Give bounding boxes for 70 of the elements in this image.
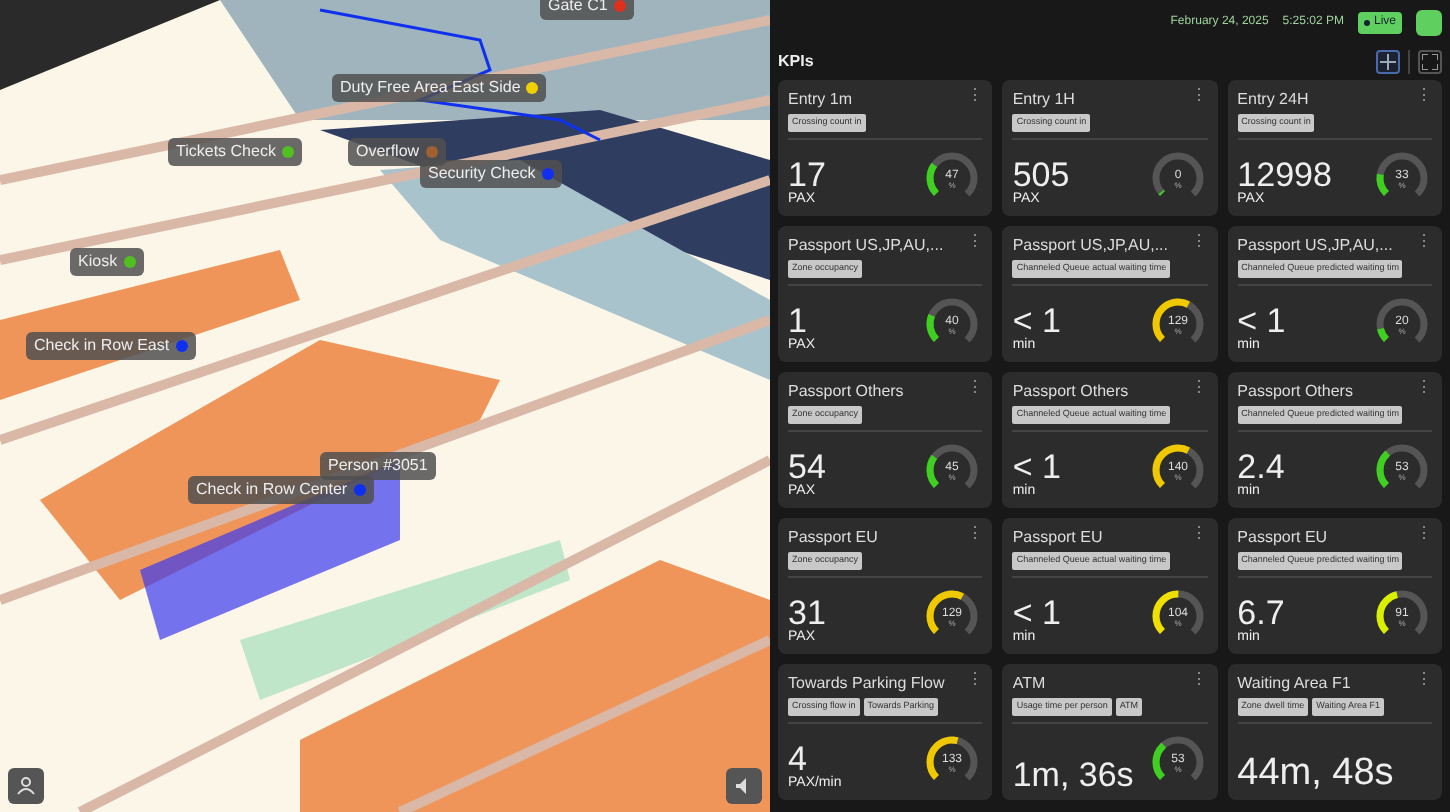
card-title: Passport Others [1012,380,1129,404]
card-title: Towards Parking Flow [788,672,945,696]
kpi-value: 17 [788,157,826,192]
card-title: Passport Others [788,380,904,404]
kpi-value: < 1 [1012,303,1061,338]
kpi-value: 12998 [1237,157,1332,192]
more-menu-button[interactable]: ⋮ [1191,234,1208,258]
more-menu-button[interactable]: ⋮ [1191,380,1208,404]
card-title: Entry 24H [1237,88,1309,112]
fullscreen-button[interactable] [1418,50,1442,74]
map-label[interactable]: Duty Free Area East Side [332,74,547,102]
map-label[interactable]: Person #3051 [320,452,436,480]
more-menu-button[interactable]: ⋮ [966,234,983,258]
more-menu-button[interactable]: ⋮ [1416,672,1432,696]
label-text: Overflow [356,140,420,164]
card-title: ATM [1012,672,1046,696]
more-menu-button[interactable]: ⋮ [1191,672,1208,696]
sound-button[interactable] [726,768,762,804]
card-title: Entry 1m [788,88,853,112]
person-icon [16,776,36,796]
label-text: Kiosk [78,250,118,274]
card-title: Passport EU [1237,526,1328,550]
kpi-value: 1m, 36s [1012,758,1134,792]
card-title: Waiting Area F1 [1237,672,1351,696]
more-menu-button[interactable]: ⋮ [1416,380,1432,404]
card-title: Passport Others [1237,380,1353,404]
more-menu-button[interactable]: ⋮ [966,526,983,550]
kpi-value: 4 [788,741,807,776]
kpi-value: 31 [788,595,826,630]
label-text: Security Check [428,162,536,186]
kpi-value: < 1 [1012,595,1061,630]
label-text: Person #3051 [328,454,428,478]
label-text: Tickets Check [176,140,276,164]
label-text: Check in Row Center [196,478,348,502]
more-menu-button[interactable]: ⋮ [966,88,983,112]
kpi-value: 6.7 [1237,595,1285,630]
more-menu-button[interactable]: ⋮ [966,672,983,696]
kpi-value: 54 [788,449,826,484]
card-title: Passport US,JP,AU,... [788,234,944,258]
panel-title: KPIs [778,50,816,74]
label-text: Check in Row East [34,334,170,358]
more-menu-button[interactable]: ⋮ [966,380,983,404]
map-label[interactable]: Check in Row East [26,332,196,360]
label-text: Duty Free Area East Side [340,76,521,100]
map-label[interactable]: Security Check [420,160,562,188]
map-label[interactable]: Kiosk [70,248,144,276]
card-title: Passport EU [1012,526,1103,550]
card-title: Passport US,JP,AU,... [1237,234,1393,258]
person-view-button[interactable] [8,768,44,804]
kpi-value: 2.4 [1237,449,1285,484]
more-menu-button[interactable]: ⋮ [1416,526,1432,550]
kpi-value: 44m, 48s [1237,754,1394,792]
kpi-value: < 1 [1237,303,1286,338]
more-menu-button[interactable]: ⋮ [1416,234,1432,258]
card-title: Passport US,JP,AU,... [1012,234,1168,258]
refresh-button[interactable] [1416,9,1442,35]
more-menu-button[interactable]: ⋮ [1191,88,1208,112]
more-menu-button[interactable]: ⋮ [1416,88,1432,112]
card-title: Passport EU [788,526,878,550]
map-label[interactable]: Overflow [348,138,446,166]
map-label[interactable]: Tickets Check [168,138,302,166]
kpi-value: 505 [1012,157,1070,192]
kpi-value: < 1 [1012,449,1061,484]
add-button[interactable] [1376,50,1400,74]
card-title: Entry 1H [1012,88,1075,112]
kpi-value: 1 [788,303,807,338]
more-menu-button[interactable]: ⋮ [1191,526,1208,550]
map-label[interactable]: Check in Row Center [188,476,374,504]
expand-icon [1422,54,1438,70]
plus-icon [1380,54,1396,70]
